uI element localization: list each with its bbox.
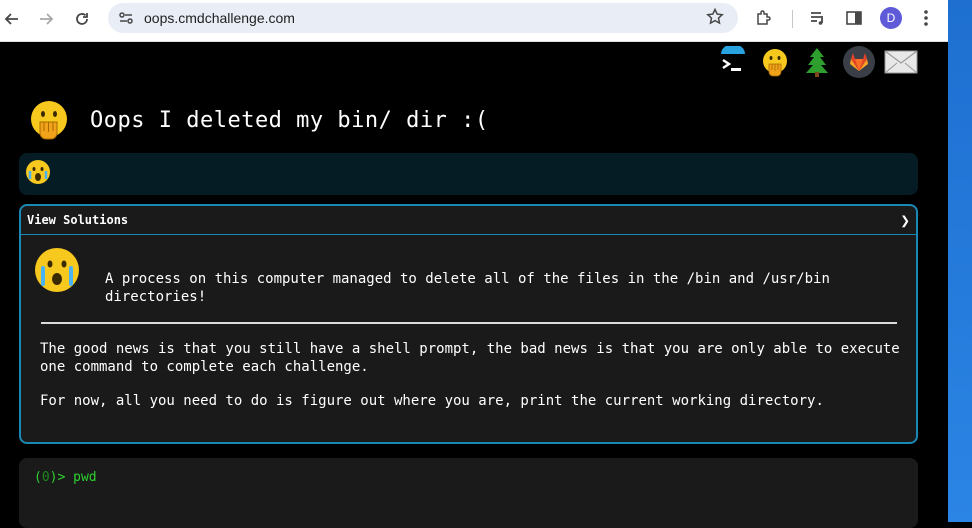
forward-button[interactable]: [34, 7, 58, 31]
back-button[interactable]: [0, 7, 24, 31]
media-controls-button[interactable]: [808, 8, 828, 28]
terminal-prompt-icon: [721, 46, 745, 71]
challenge-task: For now, all you need to do is figure ou…: [40, 393, 824, 409]
bookmark-star-icon[interactable]: [706, 8, 724, 26]
menu-button[interactable]: [916, 8, 936, 28]
envelope-icon: [884, 50, 918, 74]
reload-icon: [76, 13, 88, 25]
view-solutions-toggle[interactable]: View Solutions ❯: [21, 206, 916, 235]
challenge-status-bar: [19, 153, 918, 195]
back-arrow-icon: [4, 13, 18, 25]
side-panel-icon: [846, 11, 862, 25]
page-header: Oops I deleted my bin/ dir :(: [28, 98, 489, 142]
page-title: Oops I deleted my bin/ dir :(: [90, 107, 489, 133]
site-nav-icons: [716, 44, 918, 80]
address-bar[interactable]: oops.cmdchallenge.com: [108, 3, 738, 33]
crying-face-icon: [26, 160, 50, 184]
view-solutions-label[interactable]: View Solutions: [27, 213, 128, 227]
prompt-paren-close: )>: [49, 470, 66, 485]
kebab-menu-icon: [924, 10, 928, 26]
prompt-paren-open: (: [34, 470, 42, 485]
contact-link[interactable]: [884, 45, 918, 79]
tree-link[interactable]: [800, 45, 834, 79]
evergreen-tree-icon: [806, 48, 828, 77]
command-input[interactable]: pwd: [73, 470, 96, 485]
reload-button[interactable]: [70, 7, 94, 31]
extensions-button[interactable]: [754, 8, 774, 28]
desktop-background: [948, 0, 972, 522]
toolbar-separator: [792, 10, 793, 28]
site-info-icon[interactable]: [118, 10, 134, 26]
forward-arrow-icon: [40, 13, 54, 25]
crying-face-icon: [35, 248, 79, 292]
side-panel-button[interactable]: [844, 8, 864, 28]
challenge-intro: A process on this computer managed to de…: [105, 271, 830, 305]
chevron-right-icon[interactable]: ❯: [900, 211, 910, 230]
terminal-prompt[interactable]: (0)> pwd: [34, 470, 97, 485]
divider: [41, 322, 897, 324]
url-text[interactable]: oops.cmdchallenge.com: [144, 10, 295, 26]
page-content: Oops I deleted my bin/ dir :( View Solut…: [0, 42, 948, 528]
profile-avatar[interactable]: D: [880, 7, 902, 29]
browser-toolbar: oops.cmdchallenge.com D: [0, 0, 948, 42]
playlist-icon: [811, 12, 823, 25]
terminal[interactable]: (0)> pwd: [19, 458, 918, 528]
prompt-counter: 0: [41, 470, 50, 485]
challenge-paragraph: The good news is that you still have a s…: [40, 341, 900, 375]
challenge-panel: View Solutions ❯ A process on this compu…: [19, 204, 918, 444]
gitlab-link[interactable]: [842, 45, 876, 79]
gitlab-icon: [843, 46, 875, 78]
face-hand-over-mouth-icon: [31, 101, 67, 140]
puzzle-icon: [757, 10, 771, 25]
oops-link[interactable]: [758, 45, 792, 79]
face-hand-over-mouth-icon: [763, 49, 787, 77]
cmdchallenge-link[interactable]: [716, 45, 750, 79]
